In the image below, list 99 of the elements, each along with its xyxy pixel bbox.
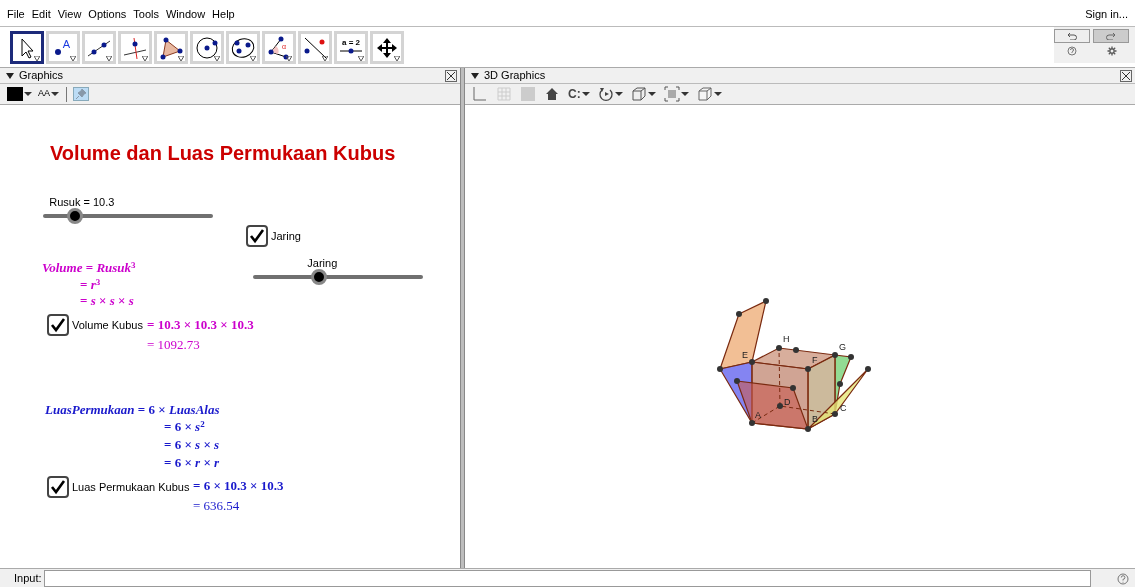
formula-text: = r$^{3}$ bbox=[80, 277, 101, 293]
caret-icon bbox=[142, 56, 148, 61]
checkbox-label: Luas Permukaan Kubus bbox=[72, 480, 190, 493]
caret-icon bbox=[34, 56, 40, 61]
point-icon bbox=[54, 48, 62, 56]
ellipse-icon bbox=[230, 35, 256, 60]
slider-thumb[interactable] bbox=[67, 208, 84, 224]
menu-item[interactable]: File bbox=[7, 5, 25, 22]
caret-icon bbox=[286, 56, 292, 61]
caret-icon bbox=[358, 56, 364, 61]
caret-icon bbox=[647, 92, 656, 96]
collapse-triangle-icon[interactable] bbox=[471, 72, 479, 79]
cube-view-button[interactable] bbox=[629, 86, 657, 102]
canvas-title: Volume dan Luas Permukaan Kubus bbox=[50, 141, 396, 166]
close-icon bbox=[446, 70, 456, 81]
circle-icon bbox=[194, 35, 220, 60]
text-size-button[interactable]: AA bbox=[37, 87, 60, 101]
tool-button[interactable] bbox=[10, 31, 44, 64]
menu-item[interactable]: Tools bbox=[133, 5, 159, 22]
caret-icon bbox=[680, 92, 689, 96]
formula-text: LuasPermukaan = 6 × LuasAlas bbox=[45, 402, 220, 418]
perpendicular-line-icon bbox=[122, 35, 148, 60]
menu-item[interactable]: View bbox=[57, 5, 82, 22]
point-label: D bbox=[784, 397, 791, 407]
caret-icon bbox=[70, 56, 76, 61]
formula-text: Volume = Rusuk$^{3}$ bbox=[42, 260, 136, 276]
slider-icon bbox=[339, 48, 363, 54]
clip-button[interactable]: C: bbox=[567, 85, 591, 103]
caret-icon bbox=[178, 56, 184, 61]
undo-button[interactable] bbox=[1054, 29, 1090, 43]
caret-icon bbox=[614, 92, 623, 96]
close-icon bbox=[1121, 70, 1131, 81]
undo-icon bbox=[1067, 32, 1077, 40]
rotate-button[interactable] bbox=[596, 86, 624, 102]
check-icon bbox=[50, 317, 66, 333]
caret-icon bbox=[322, 56, 328, 61]
caret-icon bbox=[581, 92, 590, 96]
input-field[interactable] bbox=[43, 569, 1091, 587]
rotate-icon bbox=[597, 86, 614, 102]
caret-icon bbox=[713, 92, 722, 96]
tool-button[interactable]: A bbox=[46, 31, 80, 64]
slider-label: Rusuk = 10.3 bbox=[49, 195, 115, 210]
panel-title: Graphics bbox=[19, 68, 64, 84]
caret-icon bbox=[250, 56, 256, 61]
point-label: H bbox=[783, 334, 790, 344]
formula-text: = 10.3 × 10.3 × 10.3 bbox=[147, 317, 254, 333]
caret-icon bbox=[106, 56, 112, 61]
close-button[interactable] bbox=[445, 69, 457, 82]
checkbox[interactable] bbox=[246, 225, 268, 247]
point-label: E bbox=[742, 350, 748, 360]
sign-in-link[interactable]: Sign in... bbox=[1085, 5, 1128, 22]
color-button[interactable] bbox=[6, 87, 33, 101]
reflect-icon bbox=[302, 35, 328, 60]
formula-text: = s × s × s bbox=[80, 293, 134, 309]
checkbox[interactable] bbox=[47, 314, 69, 336]
home-icon[interactable] bbox=[544, 86, 560, 102]
checkbox-label: Volume Kubus bbox=[72, 318, 143, 331]
caret-icon bbox=[394, 56, 400, 61]
redo-icon bbox=[1106, 32, 1116, 40]
point-label: G bbox=[839, 342, 846, 352]
cube-net-drawing[interactable]: H G E F D A B C bbox=[717, 298, 871, 432]
tool-label: A bbox=[62, 37, 70, 52]
settings-icon[interactable] bbox=[1106, 46, 1117, 56]
tool-label: a = 2 bbox=[341, 37, 361, 49]
cube-button[interactable] bbox=[695, 86, 723, 102]
checkbox-label: Jaring bbox=[271, 229, 301, 242]
color-swatch-icon bbox=[7, 87, 23, 101]
panel-title: 3D Graphics bbox=[484, 68, 546, 84]
caret-icon bbox=[51, 92, 59, 96]
check-icon bbox=[249, 228, 265, 244]
close-button[interactable] bbox=[1120, 69, 1132, 82]
formula-text: = 6 × 10.3 × 10.3 bbox=[193, 478, 284, 494]
menu-item[interactable]: Edit bbox=[31, 5, 51, 22]
check-icon bbox=[50, 479, 66, 495]
point-label: C bbox=[840, 403, 847, 413]
triangle-icon bbox=[158, 35, 184, 60]
formula-text: = 1092.73 bbox=[147, 337, 200, 353]
formula-text: = 636.54 bbox=[193, 498, 240, 514]
slider-label: Jaring bbox=[307, 256, 338, 271]
formula-text: = 6 × s × s bbox=[164, 437, 220, 453]
caret-icon bbox=[214, 56, 220, 61]
formula-text: = 6 × r × r bbox=[164, 455, 220, 471]
point-capture-button[interactable] bbox=[662, 86, 690, 102]
slider-thumb[interactable] bbox=[311, 269, 328, 285]
checkbox[interactable] bbox=[47, 476, 69, 498]
formula-text: = 6 × s$^{2}$ bbox=[164, 419, 205, 435]
menu-item[interactable]: Options bbox=[88, 5, 127, 22]
point-label: F bbox=[812, 355, 818, 365]
menu-item[interactable]: Help bbox=[212, 5, 235, 22]
point-label: B bbox=[812, 414, 818, 424]
pin-icon bbox=[75, 88, 87, 100]
tool-button[interactable]: a = 2 bbox=[334, 31, 368, 64]
point-label: A bbox=[755, 410, 761, 420]
help-icon[interactable] bbox=[1117, 572, 1129, 585]
collapse-triangle-icon[interactable] bbox=[6, 72, 14, 79]
menu-item[interactable]: Window bbox=[165, 5, 206, 22]
help-icon[interactable] bbox=[1066, 46, 1077, 56]
input-label: Input: bbox=[14, 570, 42, 586]
caret-icon bbox=[24, 92, 32, 96]
